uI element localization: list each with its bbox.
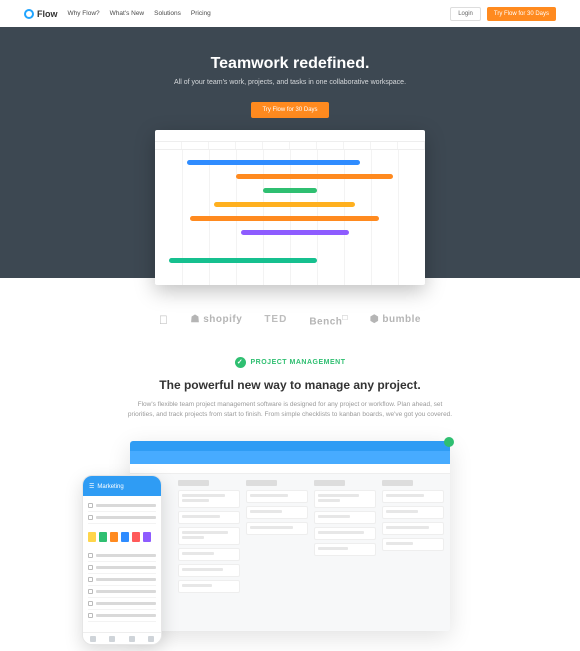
list-item — [88, 512, 156, 524]
header-cta-button[interactable]: Try Flow for 30 Days — [487, 7, 556, 21]
kanban-column — [314, 480, 376, 625]
gantt-bar — [236, 174, 393, 179]
section-tag: ✓ PROJECT MANAGEMENT — [235, 357, 346, 368]
nav-solutions[interactable]: Solutions — [154, 10, 181, 17]
list-item — [88, 610, 156, 622]
gantt-bar — [190, 216, 379, 221]
gantt-bar — [263, 188, 317, 193]
phone-title: Marketing — [97, 484, 123, 490]
gantt-bar — [241, 230, 349, 235]
list-item — [88, 574, 156, 586]
nav-why-flow[interactable]: Why Flow? — [68, 10, 100, 17]
hero-title: Teamwork redefined. — [0, 55, 580, 73]
list-item — [88, 562, 156, 574]
nav-icon — [148, 636, 154, 642]
header-right: Login Try Flow for 30 Days — [450, 7, 556, 21]
list-item — [88, 500, 156, 512]
hero-cta-button[interactable]: Try Flow for 30 Days — [251, 102, 328, 118]
nav-icon — [129, 636, 135, 642]
brand-name: Flow — [37, 9, 58, 19]
phone-color-chips — [83, 528, 161, 546]
kanban-body — [130, 474, 450, 631]
gantt-bar — [214, 202, 354, 207]
bench-logo: Bench□ — [309, 312, 348, 327]
phone-header: ☰ Marketing — [83, 476, 161, 496]
apple-logo-icon:  — [159, 313, 169, 327]
list-item — [88, 550, 156, 562]
login-button[interactable]: Login — [450, 7, 481, 21]
flow-logo-icon — [24, 9, 34, 19]
kanban-screenshot — [130, 441, 450, 631]
customer-logos:  ☗ shopify TED Bench□ ⬢ bumble — [0, 290, 580, 343]
hero-product-screenshot — [155, 130, 425, 285]
kanban-column — [178, 480, 240, 625]
gantt-date-header — [155, 142, 425, 150]
kanban-column — [382, 480, 444, 625]
shopify-logo: ☗ shopify — [191, 314, 243, 325]
brand-logo[interactable]: Flow — [24, 9, 58, 19]
nav-icon — [109, 636, 115, 642]
kanban-tabs — [130, 464, 450, 474]
header-left: Flow Why Flow? What's New Solutions Pric… — [24, 9, 211, 19]
site-header: Flow Why Flow? What's New Solutions Pric… — [0, 0, 580, 27]
nav-pricing[interactable]: Pricing — [191, 10, 211, 17]
list-item — [88, 586, 156, 598]
check-circle-icon: ✓ — [235, 357, 246, 368]
gantt-bar — [187, 160, 360, 165]
gantt-body — [155, 150, 425, 285]
kanban-column — [246, 480, 308, 625]
nav-icon — [90, 636, 96, 642]
kanban-subbar — [130, 451, 450, 464]
hero-subtitle: All of your team's work, projects, and t… — [0, 79, 580, 86]
phone-task-list — [83, 496, 161, 528]
gantt-bar — [169, 258, 318, 263]
nav-whats-new[interactable]: What's New — [110, 10, 144, 17]
kanban-topbar — [130, 441, 450, 451]
phone-bottom-nav — [83, 632, 161, 644]
pm-section: ✓ PROJECT MANAGEMENT The powerful new wa… — [0, 343, 580, 651]
bumble-logo: ⬢ bumble — [370, 314, 421, 325]
phone-screenshot: ☰ Marketing — [82, 475, 162, 645]
product-mock-wrapper: ☰ Marketing — [130, 441, 450, 631]
section-description: Flow's flexible team project management … — [125, 400, 455, 420]
list-item — [88, 598, 156, 610]
phone-task-list — [83, 546, 161, 626]
accent-dot-icon — [444, 437, 454, 447]
section-title: The powerful new way to manage any proje… — [60, 378, 520, 392]
hamburger-icon: ☰ — [89, 483, 94, 490]
section-tag-label: PROJECT MANAGEMENT — [251, 359, 346, 366]
hero-section: Teamwork redefined. All of your team's w… — [0, 27, 580, 278]
gantt-toolbar — [155, 130, 425, 142]
ted-logo: TED — [264, 314, 287, 325]
main-nav: Why Flow? What's New Solutions Pricing — [68, 10, 211, 17]
